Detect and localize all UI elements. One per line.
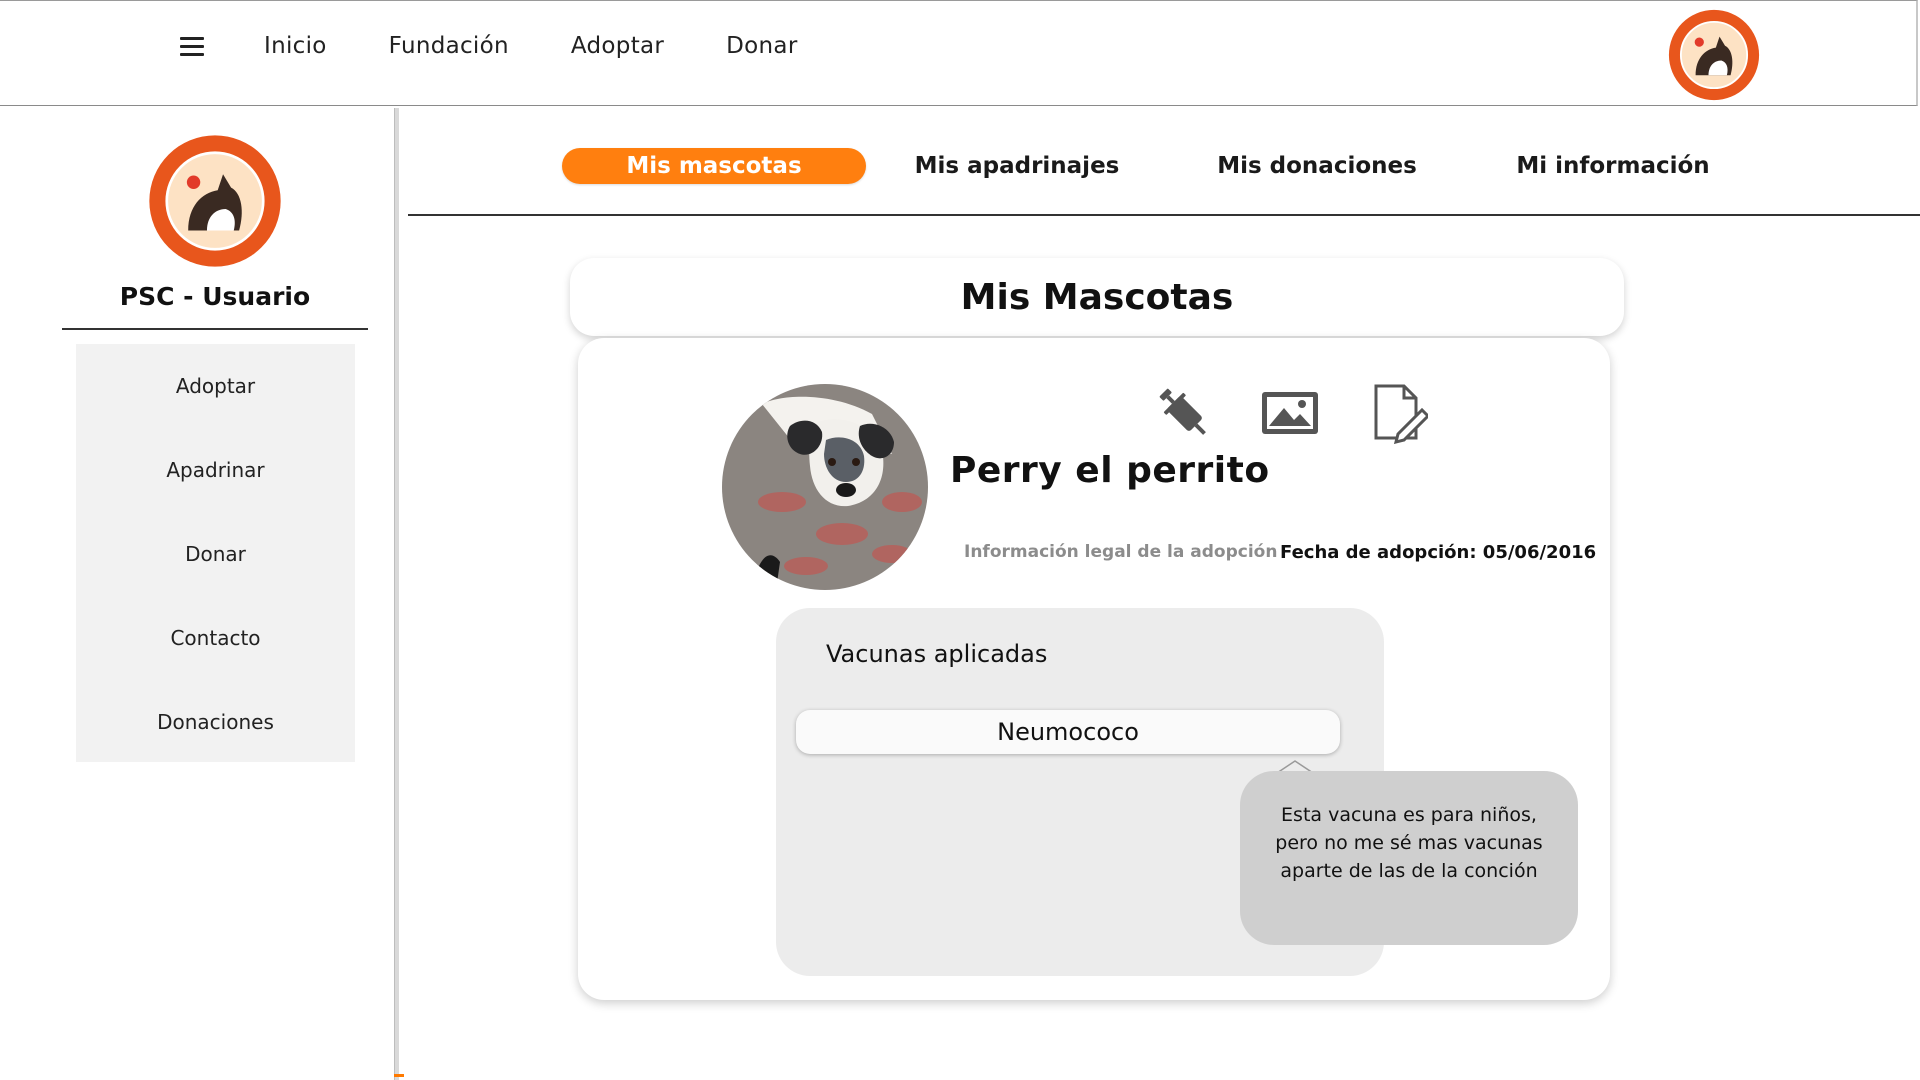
edit-document-icon[interactable]: [1368, 382, 1431, 445]
pet-photo: [722, 384, 928, 590]
sidebar-item-contacto[interactable]: Contacto: [76, 596, 355, 680]
top-nav-links: Inicio Fundación Adoptar Donar: [264, 33, 860, 59]
tab-mis-apadrinajes[interactable]: Mis apadrinajes: [904, 148, 1130, 184]
vaccine-tooltip: Esta vacuna es para niños, pero no me sé…: [1240, 771, 1578, 945]
pet-name: Perry el perrito: [950, 450, 1270, 491]
image-icon[interactable]: [1260, 382, 1320, 444]
sidebar-item-donaciones[interactable]: Donaciones: [76, 680, 355, 764]
syringe-icon[interactable]: [1154, 382, 1214, 444]
pet-card: Perry el perrito Información legal de la: [578, 338, 1610, 1000]
vaccines-title: Vacunas aplicadas: [826, 640, 1048, 668]
sidebar-divider: [62, 328, 368, 330]
page-title: Mis Mascotas: [960, 276, 1234, 318]
sidebar-accent-mark: [394, 1074, 404, 1077]
sidebar-logo-icon: [148, 134, 282, 268]
sidebar-item-apadrinar[interactable]: Apadrinar: [76, 428, 355, 512]
tab-mis-donaciones[interactable]: Mis donaciones: [1212, 148, 1422, 184]
page-title-card: Mis Mascotas: [570, 258, 1624, 336]
top-navbar: Inicio Fundación Adoptar Donar: [0, 0, 1918, 106]
peluditos-san-cristobal-logo-icon[interactable]: [1668, 9, 1760, 101]
adoption-date: Fecha de adopción: 05/06/2016: [1280, 542, 1597, 563]
nav-link-inicio[interactable]: Inicio: [264, 33, 327, 59]
sidebar-item-donar[interactable]: Donar: [76, 512, 355, 596]
nav-link-donar[interactable]: Donar: [726, 33, 797, 59]
sidebar-user-title: PSC - Usuario: [119, 282, 311, 311]
sidebar-menu: Adoptar Apadrinar Donar Contacto Donacio…: [76, 344, 355, 762]
hamburger-menu-icon[interactable]: [180, 37, 204, 57]
adoption-legal-info-link[interactable]: Información legal de la adopción: [964, 542, 1277, 562]
sidebar-item-adoptar[interactable]: Adoptar: [76, 344, 355, 428]
nav-link-fundacion[interactable]: Fundación: [389, 33, 509, 59]
sidebar-separator: [394, 108, 399, 1080]
tab-mi-informacion[interactable]: Mi información: [1512, 148, 1714, 184]
nav-link-adoptar[interactable]: Adoptar: [571, 33, 664, 59]
account-tabs: Mis mascotas Mis apadrinajes Mis donacio…: [408, 144, 1920, 216]
tab-mis-mascotas[interactable]: Mis mascotas: [562, 148, 866, 184]
vaccine-item[interactable]: Neumococo: [796, 710, 1340, 754]
